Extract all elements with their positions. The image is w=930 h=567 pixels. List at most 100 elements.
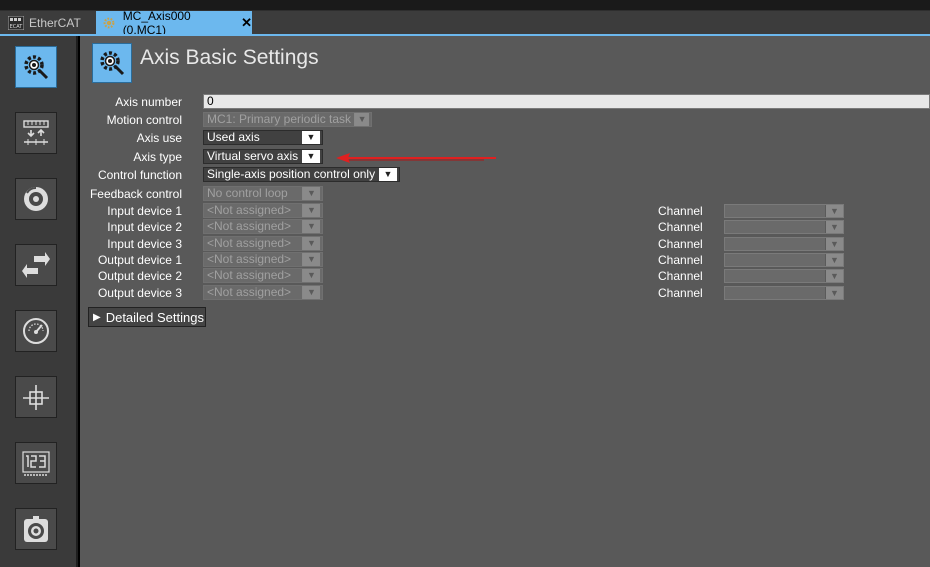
row-axis-number: Axis number 0 <box>80 94 930 110</box>
chevron-down-icon: ▼ <box>825 205 843 217</box>
row-input-device-2: Input device 2 <Not assigned> ▼ Channel … <box>80 219 930 235</box>
output-device-2-select[interactable]: <Not assigned> ▼ <box>203 268 323 283</box>
numeric-123-icon <box>22 451 50 476</box>
device-value: <Not assigned> <box>207 203 292 217</box>
sidebar-item-other-operation-settings[interactable] <box>15 244 57 286</box>
chevron-down-icon: ▼ <box>825 221 843 233</box>
crosshair-icon <box>23 385 49 410</box>
motion-control-label: Motion control <box>106 113 182 127</box>
target-home-icon <box>24 516 48 542</box>
chevron-down-icon: ▼ <box>825 254 843 266</box>
row-output-device-1: Output device 1 <Not assigned> ▼ Channel… <box>80 252 930 268</box>
control-function-value: Single-axis position control only <box>207 167 376 181</box>
input-device-1-select[interactable]: <Not assigned> ▼ <box>203 203 323 218</box>
main-panel: Axis Basic Settings Axis number 0 Motion… <box>80 36 930 567</box>
chevron-down-icon: ▼ <box>302 187 320 200</box>
gauge-icon <box>23 318 49 344</box>
row-control-function: Control function Single-axis position co… <box>80 167 930 183</box>
device-value: <Not assigned> <box>207 236 292 250</box>
chevron-down-icon: ▼ <box>302 204 320 217</box>
device-value: <Not assigned> <box>207 219 292 233</box>
detailed-settings-toggle[interactable]: ▶ Detailed Settings <box>88 307 206 327</box>
chevron-down-icon: ▼ <box>302 150 320 163</box>
control-function-select[interactable]: Single-axis position control only ▼ <box>203 167 400 182</box>
output-device-3-select[interactable]: <Not assigned> ▼ <box>203 285 323 300</box>
chevron-down-icon: ▼ <box>302 269 320 282</box>
axis-type-value: Virtual servo axis <box>207 149 299 163</box>
ethercat-icon: ECAT <box>7 15 25 30</box>
sidebar-item-homing-settings[interactable] <box>15 508 57 550</box>
chevron-down-icon: ▼ <box>302 253 320 266</box>
device-value: <Not assigned> <box>207 268 292 282</box>
feedback-control-value: No control loop <box>207 186 288 200</box>
device-label: Output device 1 <box>97 253 182 267</box>
double-arrow-icon <box>22 252 50 278</box>
tab-mc-axis000-label: MC_Axis000 (0,MC1) <box>122 8 191 37</box>
input-device-2-select[interactable]: <Not assigned> ▼ <box>203 219 323 234</box>
device-label: Input device 1 <box>107 204 182 218</box>
chevron-down-icon: ▼ <box>302 220 320 233</box>
page-title: Axis Basic Settings <box>140 46 319 69</box>
channel-label: Channel <box>658 286 703 300</box>
rotation-icon <box>24 187 48 211</box>
output-device-1-select[interactable]: <Not assigned> ▼ <box>203 252 323 267</box>
gear-settings-icon <box>24 55 49 80</box>
chevron-down-icon: ▼ <box>354 113 369 126</box>
row-axis-use: Axis use Used axis ▼ <box>80 130 930 146</box>
axis-type-label: Axis type <box>133 150 182 164</box>
input-device-2-channel-select[interactable]: ▼ <box>724 220 844 234</box>
row-input-device-3: Input device 3 <Not assigned> ▼ Channel … <box>80 236 930 252</box>
sidebar-item-servo-drive-settings[interactable] <box>15 442 57 484</box>
svg-text:ECAT: ECAT <box>10 24 24 30</box>
output-device-3-channel-select[interactable]: ▼ <box>724 286 844 300</box>
chevron-down-icon: ▼ <box>302 237 320 250</box>
feedback-control-select[interactable]: No control loop ▼ <box>203 186 323 201</box>
motion-control-value: MC1: Primary periodic task <box>207 112 352 126</box>
device-value: <Not assigned> <box>207 252 292 266</box>
channel-label: Channel <box>658 204 703 218</box>
expand-triangle-icon: ▶ <box>93 311 101 323</box>
close-icon[interactable]: ✕ <box>241 15 252 31</box>
chevron-down-icon: ▼ <box>825 287 843 299</box>
row-motion-control: Motion control MC1: Primary periodic tas… <box>80 112 930 128</box>
output-device-1-channel-select[interactable]: ▼ <box>724 253 844 267</box>
chevron-down-icon: ▼ <box>825 238 843 250</box>
device-label: Input device 3 <box>107 237 182 251</box>
header-icon <box>92 43 132 83</box>
tab-ethercat[interactable]: ECAT EtherCAT <box>0 11 94 34</box>
row-output-device-2: Output device 2 <Not assigned> ▼ Channel… <box>80 268 930 284</box>
device-label: Output device 3 <box>97 286 182 300</box>
control-function-label: Control function <box>97 168 182 182</box>
tab-mc-axis000[interactable]: MC_Axis000 (0,MC1) ✕ <box>96 8 252 37</box>
row-axis-type: Axis type Virtual servo axis ▼ <box>80 149 930 165</box>
axis-type-select[interactable]: Virtual servo axis ▼ <box>203 149 323 164</box>
axis-number-label: Axis number <box>115 95 182 109</box>
output-device-2-channel-select[interactable]: ▼ <box>724 269 844 283</box>
ruler-arrows-icon <box>23 120 49 145</box>
chevron-down-icon: ▼ <box>302 286 320 299</box>
device-label: Input device 2 <box>107 220 182 234</box>
axis-use-select[interactable]: Used axis ▼ <box>203 130 323 145</box>
channel-label: Channel <box>658 220 703 234</box>
sidebar-item-operation-settings[interactable] <box>15 178 57 220</box>
chevron-down-icon: ▼ <box>825 270 843 282</box>
axis-number-input[interactable]: 0 <box>203 94 930 109</box>
channel-label: Channel <box>658 253 703 267</box>
channel-label: Channel <box>658 237 703 251</box>
input-device-1-channel-select[interactable]: ▼ <box>724 204 844 218</box>
axis-use-value: Used axis <box>207 130 260 144</box>
sidebar-item-unit-conversion[interactable] <box>15 112 57 154</box>
axis-gear-icon <box>102 16 118 30</box>
gear-settings-icon <box>100 51 125 76</box>
motion-control-select[interactable]: MC1: Primary periodic task ▼ <box>203 112 372 127</box>
input-device-3-channel-select[interactable]: ▼ <box>724 237 844 251</box>
input-device-3-select[interactable]: <Not assigned> ▼ <box>203 236 323 251</box>
tab-ethercat-label: EtherCAT <box>29 15 81 30</box>
sidebar-item-axis-basic-settings[interactable] <box>15 46 57 88</box>
sidebar-item-position-count-settings[interactable] <box>15 376 57 418</box>
sidebar-item-limit-settings[interactable] <box>15 310 57 352</box>
tab-strip: ECAT EtherCAT MC_Axis000 (0,MC1) ✕ <box>0 8 930 37</box>
sidebar <box>0 36 78 567</box>
row-input-device-1: Input device 1 <Not assigned> ▼ Channel … <box>80 203 930 219</box>
detailed-settings-label: Detailed Settings <box>105 309 204 325</box>
